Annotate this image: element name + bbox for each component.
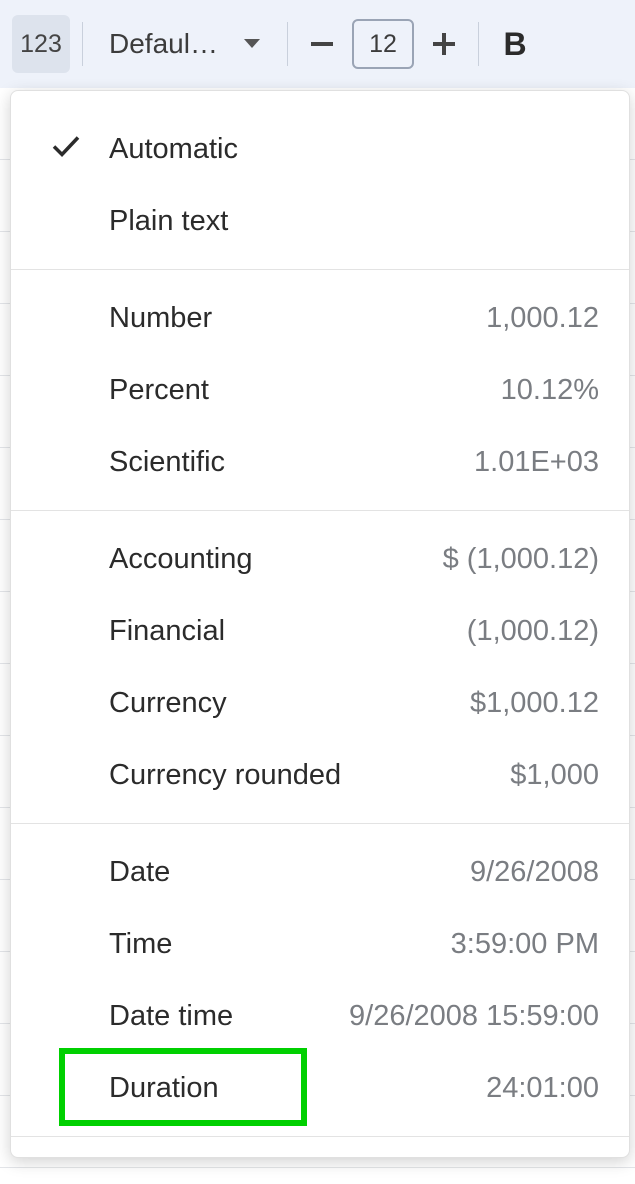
menu-item-financial[interactable]: Financial (1,000.12)	[11, 595, 629, 667]
menu-item-number[interactable]: Number 1,000.12	[11, 282, 629, 354]
menu-item-label: Percent	[109, 374, 209, 407]
menu-item-example: $1,000.12	[470, 687, 599, 720]
menu-item-example: 9/26/2008	[470, 856, 599, 889]
menu-item-label: Duration	[109, 1072, 219, 1105]
font-size-input[interactable]: 12	[352, 19, 414, 69]
menu-item-label: Date time	[109, 1000, 233, 1033]
menu-item-label: Automatic	[109, 133, 238, 166]
menu-item-example: $1,000	[510, 759, 599, 792]
toolbar: 123 Defaul… 12 B	[0, 0, 635, 88]
menu-item-date-time[interactable]: Date time 9/26/2008 15:59:00	[11, 980, 629, 1052]
toolbar-separator	[287, 22, 288, 66]
menu-item-example: 1,000.12	[486, 302, 599, 335]
font-picker[interactable]: Defaul…	[95, 28, 275, 60]
menu-item-time[interactable]: Time 3:59:00 PM	[11, 908, 629, 980]
menu-item-label: Date	[109, 856, 170, 889]
number-format-menu: Automatic Plain text Number 1,000.12 Per…	[10, 90, 630, 1158]
check-icon	[51, 135, 81, 164]
menu-item-label: Scientific	[109, 446, 225, 479]
minus-icon	[311, 42, 333, 46]
dropdown-arrow-icon	[243, 38, 261, 50]
menu-item-example: 10.12%	[501, 374, 599, 407]
font-picker-label: Defaul…	[109, 28, 218, 60]
menu-item-duration[interactable]: Duration 24:01:00	[11, 1052, 629, 1124]
menu-item-percent[interactable]: Percent 10.12%	[11, 354, 629, 426]
format-more-button[interactable]: 123	[12, 15, 70, 73]
menu-item-automatic[interactable]: Automatic	[11, 113, 629, 185]
menu-item-label: Number	[109, 302, 212, 335]
bold-button[interactable]: B	[491, 15, 539, 73]
menu-item-label: Currency rounded	[109, 759, 341, 792]
menu-divider	[11, 510, 629, 511]
menu-item-example: 24:01:00	[486, 1072, 599, 1105]
menu-item-accounting[interactable]: Accounting $ (1,000.12)	[11, 523, 629, 595]
menu-divider	[11, 269, 629, 270]
increase-font-size-button[interactable]	[422, 15, 466, 73]
menu-item-example: 1.01E+03	[474, 446, 599, 479]
menu-item-currency[interactable]: Currency $1,000.12	[11, 667, 629, 739]
menu-item-label: Financial	[109, 615, 225, 648]
menu-divider	[11, 1136, 629, 1137]
menu-item-label: Currency	[109, 687, 227, 720]
menu-item-label: Time	[109, 928, 172, 961]
menu-item-label: Accounting	[109, 543, 253, 576]
plus-icon	[433, 33, 455, 55]
menu-item-scientific[interactable]: Scientific 1.01E+03	[11, 426, 629, 498]
menu-item-label: Plain text	[109, 205, 228, 238]
toolbar-separator	[478, 22, 479, 66]
decrease-font-size-button[interactable]	[300, 15, 344, 73]
menu-item-currency-rounded[interactable]: Currency rounded $1,000	[11, 739, 629, 811]
menu-divider	[11, 823, 629, 824]
menu-item-example: 9/26/2008 15:59:00	[349, 1000, 599, 1033]
toolbar-separator	[82, 22, 83, 66]
menu-item-date[interactable]: Date 9/26/2008	[11, 836, 629, 908]
menu-item-example: $ (1,000.12)	[443, 543, 599, 576]
menu-item-example: 3:59:00 PM	[451, 928, 599, 961]
menu-item-example: (1,000.12)	[467, 615, 599, 648]
menu-item-plain-text[interactable]: Plain text	[11, 185, 629, 257]
